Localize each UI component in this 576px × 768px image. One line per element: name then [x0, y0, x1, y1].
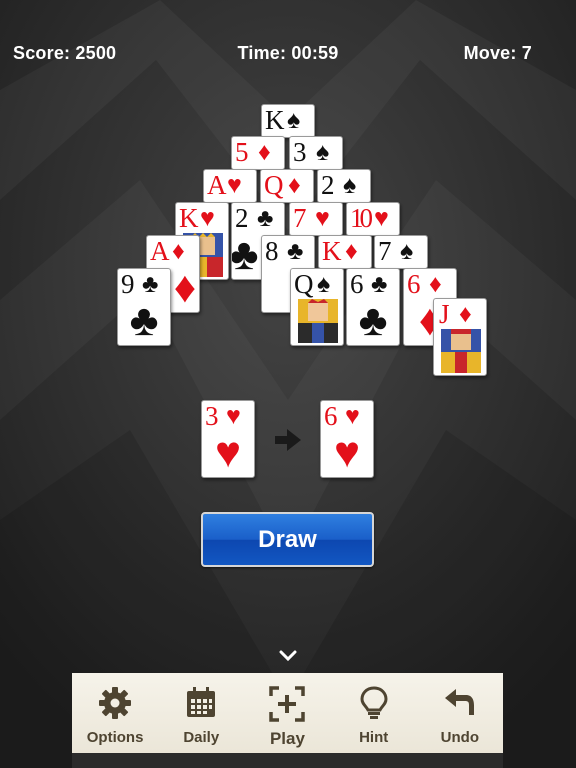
draw-button[interactable]: Draw	[201, 512, 374, 567]
play-label: Play	[269, 729, 305, 748]
move-label: Move: 7	[463, 43, 532, 63]
heart-icon: ♥	[200, 204, 215, 232]
card-rank: 10	[350, 203, 373, 233]
bottom-toolbar: Options Daily Play Hint Undo	[72, 673, 503, 753]
spade-icon: ♠	[343, 171, 357, 199]
diamond-icon: ♦	[345, 237, 358, 265]
card-rank: 6	[350, 269, 363, 299]
club-icon: ♣	[142, 270, 159, 298]
options-label: Options	[86, 729, 144, 746]
card-rank: 3	[293, 137, 306, 167]
play-frame-icon	[269, 686, 306, 722]
diamond-icon: ♦	[172, 237, 185, 265]
club-icon: ♣	[257, 204, 274, 232]
queen-face-icon	[298, 299, 338, 343]
daily-label: Daily	[183, 729, 220, 746]
card-rank: Q	[294, 269, 313, 299]
daily-button[interactable]: Daily	[158, 673, 244, 746]
card-queen-diamonds[interactable]: Q ♦	[260, 169, 314, 203]
card-rank: 2	[235, 203, 248, 233]
undo-button[interactable]: Undo	[417, 673, 503, 746]
toolbar-bottom-strip	[72, 753, 503, 768]
gear-icon	[99, 687, 132, 719]
card-rank: 6	[324, 401, 337, 431]
jack-face-icon	[441, 329, 481, 373]
heart-icon: ♥	[374, 204, 389, 232]
card-3-spades[interactable]: 3 ♠	[289, 136, 343, 170]
club-icon: ♣	[358, 296, 388, 345]
card-king-spades-top[interactable]: K ♠	[261, 104, 315, 138]
card-rank: 2	[321, 170, 334, 200]
hint-label: Hint	[359, 729, 389, 746]
heart-icon: ♥	[214, 428, 242, 477]
card-rank: K	[322, 236, 341, 266]
card-king-diamonds[interactable]: K ♦	[318, 235, 372, 269]
card-rank: 3	[205, 401, 218, 431]
heart-icon: ♥	[227, 171, 242, 199]
card-rank: 9	[121, 269, 134, 299]
lightbulb-icon	[360, 686, 388, 719]
card-rank: 5	[235, 137, 248, 167]
card-5-diamonds[interactable]: 5 ♦	[231, 136, 285, 170]
card-10-hearts[interactable]: 10 ♥	[346, 202, 400, 236]
calendar-icon	[187, 687, 216, 717]
card-9-clubs[interactable]: 9 ♣ ♣	[117, 268, 171, 346]
waste-card-3-hearts[interactable]: 3 ♥ ♥	[201, 400, 255, 478]
heart-icon: ♥	[333, 428, 361, 477]
undo-label: Undo	[440, 729, 479, 746]
card-rank: 7	[378, 236, 391, 266]
diamond-icon: ♦	[258, 138, 271, 166]
heart-icon: ♥	[315, 204, 330, 232]
card-rank: A	[150, 236, 169, 266]
spade-icon: ♠	[317, 270, 331, 298]
hint-button[interactable]: Hint	[331, 673, 417, 746]
arrow-right-icon	[275, 429, 301, 451]
card-rank: 6	[407, 269, 420, 299]
spade-icon: ♠	[316, 138, 330, 166]
diamond-icon: ♦	[459, 300, 472, 328]
club-icon: ♣	[129, 296, 159, 345]
chevron-down-icon[interactable]	[278, 650, 298, 662]
spade-icon: ♠	[400, 237, 414, 265]
card-rank: 7	[293, 203, 306, 233]
card-rank: A	[207, 170, 226, 200]
diamond-icon: ♦	[288, 171, 301, 199]
club-icon: ♣	[287, 237, 304, 265]
card-ace-hearts[interactable]: A ♥	[203, 169, 257, 203]
card-7-spades[interactable]: 7 ♠	[374, 235, 428, 269]
spade-icon: ♠	[287, 106, 301, 134]
heart-icon: ♥	[345, 402, 360, 430]
stock-card-6-hearts[interactable]: 6 ♥ ♥	[320, 400, 374, 478]
club-icon: ♣	[371, 270, 388, 298]
undo-arrow-icon	[444, 689, 474, 715]
card-queen-spades[interactable]: Q ♠	[290, 268, 344, 346]
card-rank: K	[179, 203, 198, 233]
card-rank: K	[265, 105, 284, 135]
heart-icon: ♥	[226, 402, 241, 430]
card-7-hearts[interactable]: 7 ♥	[289, 202, 343, 236]
play-button[interactable]: Play	[244, 673, 330, 749]
card-6-clubs[interactable]: 6 ♣ ♣	[346, 268, 400, 346]
card-rank: J	[439, 299, 449, 329]
card-2-spades[interactable]: 2 ♠	[317, 169, 371, 203]
card-rank: 8	[265, 236, 278, 266]
card-jack-diamonds[interactable]: J ♦	[433, 298, 487, 376]
diamond-icon: ♦	[429, 270, 442, 298]
options-button[interactable]: Options	[72, 673, 158, 746]
card-rank: Q	[264, 170, 283, 200]
